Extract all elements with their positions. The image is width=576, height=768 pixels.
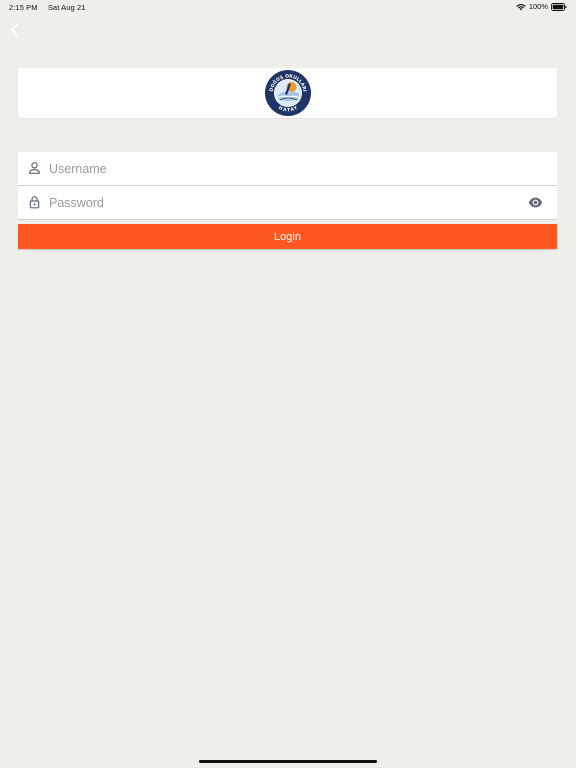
status-bar: 2:15 PM Sat Aug 21 100% xyxy=(0,0,576,14)
back-button[interactable] xyxy=(5,20,23,40)
status-time: 2:15 PM xyxy=(9,3,38,12)
lock-icon xyxy=(29,196,40,209)
username-field xyxy=(18,152,557,186)
status-left: 2:15 PM Sat Aug 21 xyxy=(9,3,86,12)
school-logo: DOĞUŞ OKULLARI HATAY xyxy=(264,70,311,116)
logo-card: DOĞUŞ OKULLARI HATAY xyxy=(18,68,557,118)
person-icon xyxy=(28,162,41,174)
password-field xyxy=(18,186,557,220)
username-input[interactable] xyxy=(49,152,519,185)
chevron-left-icon xyxy=(10,23,18,37)
eye-icon[interactable] xyxy=(528,196,543,209)
battery-percentage: 100% xyxy=(528,2,548,11)
status-date: Sat Aug 21 xyxy=(47,3,86,12)
login-button[interactable]: Login xyxy=(18,224,557,249)
login-form xyxy=(18,152,557,220)
battery-icon xyxy=(551,2,567,11)
status-right: 100% xyxy=(516,2,567,11)
wifi-icon xyxy=(516,3,526,10)
home-indicator xyxy=(199,760,377,763)
password-input[interactable] xyxy=(49,186,519,219)
